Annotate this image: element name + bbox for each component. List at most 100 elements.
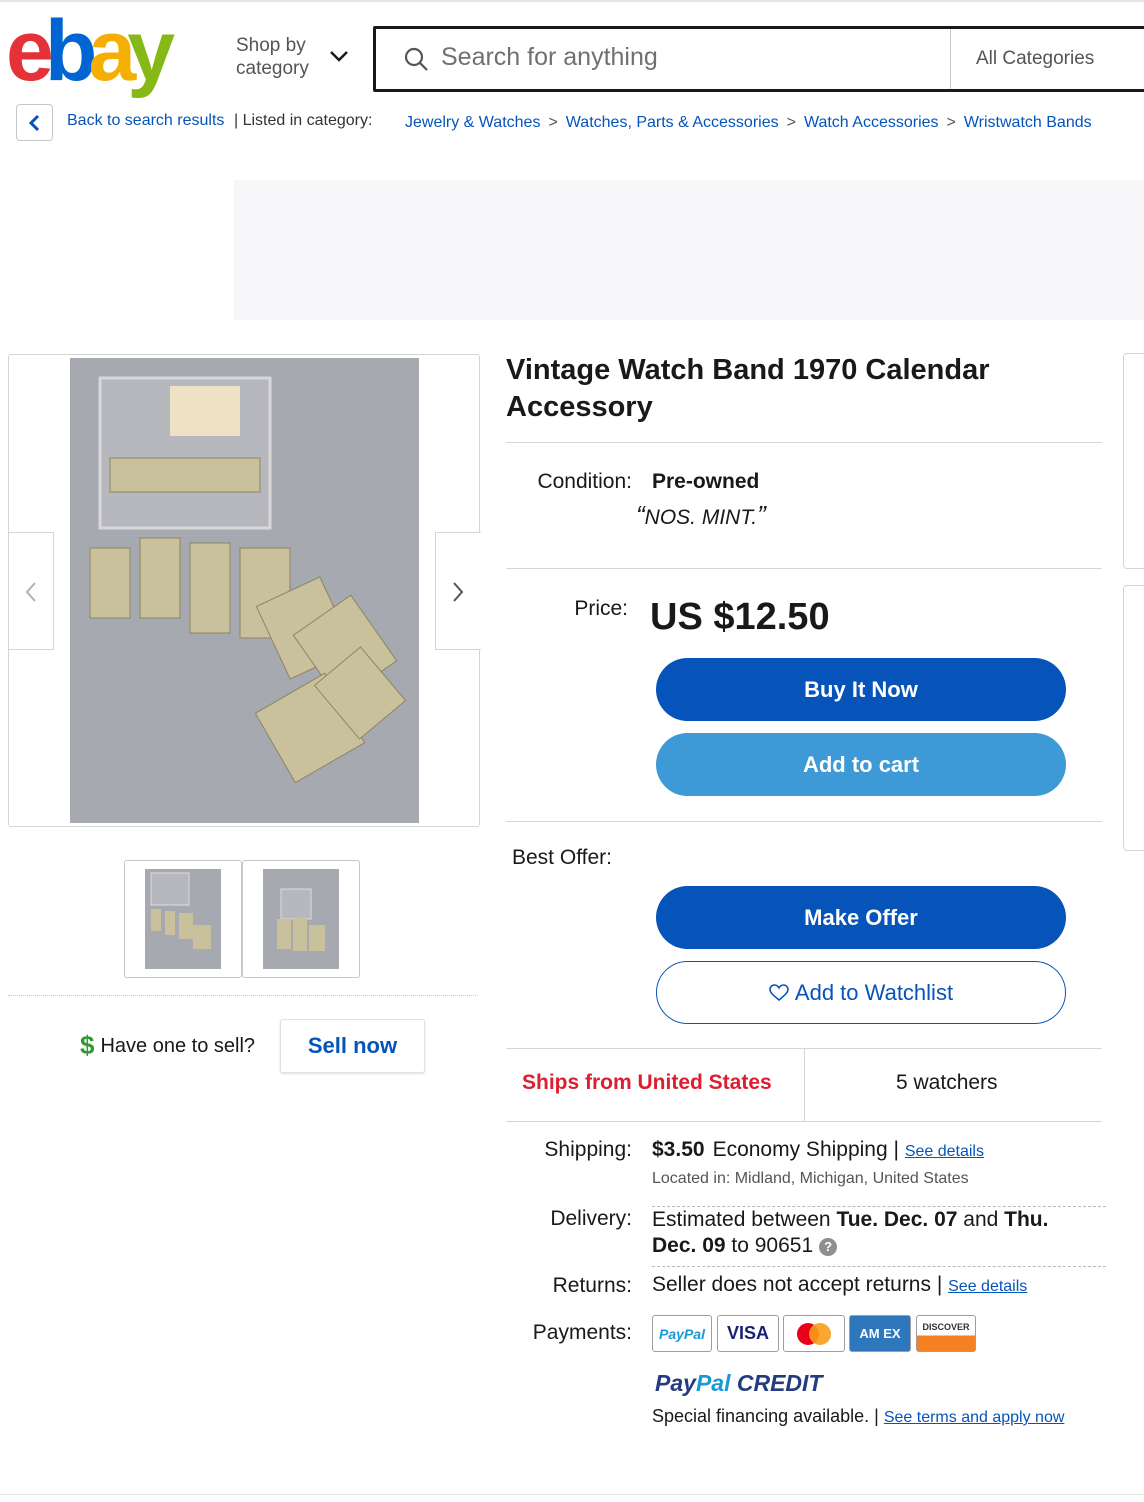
condition-note-text: NOS. MINT. bbox=[644, 506, 758, 529]
returns-value: Seller does not accept returns | See det… bbox=[652, 1273, 1027, 1297]
back-to-results-link[interactable]: Back to search results bbox=[67, 112, 224, 130]
best-offer-label: Best Offer: bbox=[512, 846, 612, 869]
breadcrumb-item[interactable]: Watches, Parts & Accessories bbox=[566, 114, 779, 131]
dollar-icon: $ bbox=[80, 1030, 95, 1060]
condition-note: “NOS. MINT.” bbox=[636, 500, 766, 531]
price-label: Price: bbox=[574, 597, 628, 620]
divider bbox=[8, 995, 478, 996]
financing-label: Special financing available. | bbox=[652, 1406, 879, 1426]
sell-question: Have one to sell? bbox=[100, 1035, 256, 1057]
thumbnail-1[interactable] bbox=[124, 860, 242, 978]
previous-image-button[interactable] bbox=[9, 532, 54, 650]
shipping-see-details-link[interactable]: See details bbox=[905, 1143, 984, 1160]
open-quote: “ bbox=[636, 500, 645, 530]
svg-text:ebay: ebay bbox=[6, 14, 175, 99]
bottom-border bbox=[0, 1494, 1144, 1495]
add-to-watchlist-button[interactable]: Add to Watchlist bbox=[656, 961, 1066, 1024]
ppcredit-credit: CREDIT bbox=[730, 1370, 823, 1396]
side-card bbox=[1123, 585, 1144, 851]
chevron-down-icon[interactable] bbox=[328, 48, 350, 64]
visa-label: VISA bbox=[726, 1323, 769, 1343]
item-title: Vintage Watch Band 1970 Calendar Accesso… bbox=[506, 354, 990, 423]
paypal-icon: PayPal bbox=[652, 1315, 712, 1352]
next-image-button[interactable] bbox=[435, 532, 481, 650]
heart-icon bbox=[769, 983, 789, 1001]
delivery-from: Tue. Dec. 07 bbox=[836, 1208, 958, 1231]
ebay-logo[interactable]: ebay bbox=[6, 14, 196, 100]
condition-label: Condition: bbox=[537, 470, 632, 493]
chevron-left-icon bbox=[25, 582, 36, 602]
shipping-method: Economy Shipping | bbox=[712, 1138, 899, 1161]
make-offer-button[interactable]: Make Offer bbox=[656, 886, 1066, 949]
discover-icon: DISCOVER bbox=[916, 1315, 976, 1352]
delivery-zip[interactable]: to 90651 bbox=[726, 1234, 813, 1257]
price-value: US $12.50 bbox=[650, 596, 830, 638]
sell-now-button[interactable]: Sell now bbox=[280, 1019, 425, 1073]
breadcrumb-separator: > bbox=[548, 114, 558, 131]
mastercard-circles bbox=[797, 1322, 831, 1345]
ad-placeholder bbox=[234, 180, 1144, 320]
discover-label: DISCOVER bbox=[922, 1322, 970, 1332]
thumbnail-image bbox=[145, 869, 221, 969]
search-divider bbox=[950, 29, 951, 89]
shipping-value: $3.50 Economy Shipping | See details bbox=[652, 1138, 984, 1162]
help-icon[interactable]: ? bbox=[819, 1238, 838, 1256]
breadcrumb-separator: > bbox=[786, 114, 796, 131]
delivery-pre: Estimated between bbox=[652, 1208, 837, 1231]
chevron-left-icon bbox=[28, 114, 40, 132]
watchers-count: 5 watchers bbox=[896, 1071, 998, 1094]
divider bbox=[506, 1121, 1102, 1122]
breadcrumb: Jewelry & Watches > Watches, Parts & Acces… bbox=[405, 114, 1092, 132]
back-button[interactable] bbox=[16, 104, 53, 141]
divider bbox=[506, 442, 1102, 443]
item-location: Located in: Midland, Michigan, United St… bbox=[652, 1170, 969, 1187]
delivery-estimate: Estimated between Tue. Dec. 07 and Thu. … bbox=[652, 1207, 1092, 1259]
listed-in-label: | Listed in category: bbox=[234, 112, 373, 129]
ppcredit-pay: Pay bbox=[655, 1370, 696, 1396]
amex-icon: AM EX bbox=[849, 1315, 911, 1352]
chevron-right-icon bbox=[453, 582, 464, 602]
dashed-divider bbox=[652, 1266, 1106, 1267]
close-quote: ” bbox=[757, 500, 766, 530]
breadcrumb-item[interactable]: Wristwatch Bands bbox=[964, 114, 1092, 131]
financing-text: Special financing available. | See terms… bbox=[652, 1406, 1064, 1427]
mastercard-icon bbox=[783, 1315, 845, 1352]
thumbnail-2[interactable] bbox=[242, 860, 360, 978]
paypal-label: PayPal bbox=[659, 1325, 705, 1342]
side-card bbox=[1123, 353, 1144, 569]
shipping-cost: $3.50 bbox=[652, 1138, 705, 1161]
search-bar[interactable]: Search for anything All Categories bbox=[373, 26, 1144, 92]
image-gallery bbox=[8, 354, 481, 827]
watchlist-label: Add to Watchlist bbox=[794, 979, 954, 1005]
top-border bbox=[0, 0, 1144, 2]
have-one-to-sell: $ Have one to sell? bbox=[80, 1030, 255, 1061]
payments-label: Payments: bbox=[532, 1321, 632, 1344]
add-to-cart-button[interactable]: Add to cart bbox=[656, 733, 1066, 796]
breadcrumb-item[interactable]: Watch Accessories bbox=[804, 114, 939, 131]
thumbnail-image bbox=[263, 869, 339, 969]
main-product-image[interactable] bbox=[70, 358, 419, 823]
search-icon bbox=[404, 47, 428, 71]
returns-see-details-link[interactable]: See details bbox=[948, 1278, 1027, 1295]
paypal-credit-logo: PayPal CREDIT bbox=[655, 1370, 822, 1397]
condition-value: Pre-owned bbox=[652, 470, 760, 493]
category-select[interactable]: All Categories bbox=[976, 48, 1094, 70]
divider bbox=[506, 821, 1102, 822]
shop-by-label: Shop by bbox=[236, 35, 306, 56]
shop-by-category[interactable]: Shop by category bbox=[236, 34, 309, 80]
buy-it-now-button[interactable]: Buy It Now bbox=[656, 658, 1066, 721]
returns-text: Seller does not accept returns | bbox=[652, 1273, 943, 1296]
shop-by-label-2: category bbox=[236, 58, 309, 79]
ppcredit-pal: Pal bbox=[695, 1370, 731, 1396]
breadcrumb-item[interactable]: Jewelry & Watches bbox=[405, 114, 540, 131]
divider bbox=[804, 1048, 805, 1121]
financing-terms-link[interactable]: See terms and apply now bbox=[884, 1409, 1065, 1426]
shipping-label: Shipping: bbox=[544, 1138, 632, 1161]
delivery-and: and bbox=[957, 1208, 1005, 1231]
delivery-label: Delivery: bbox=[550, 1207, 632, 1230]
search-input[interactable]: Search for anything bbox=[441, 43, 658, 72]
ships-from-text: Ships from United States bbox=[522, 1071, 772, 1094]
returns-label: Returns: bbox=[552, 1274, 632, 1297]
breadcrumb-separator: > bbox=[946, 114, 956, 131]
amex-label: AM EX bbox=[859, 1325, 901, 1341]
